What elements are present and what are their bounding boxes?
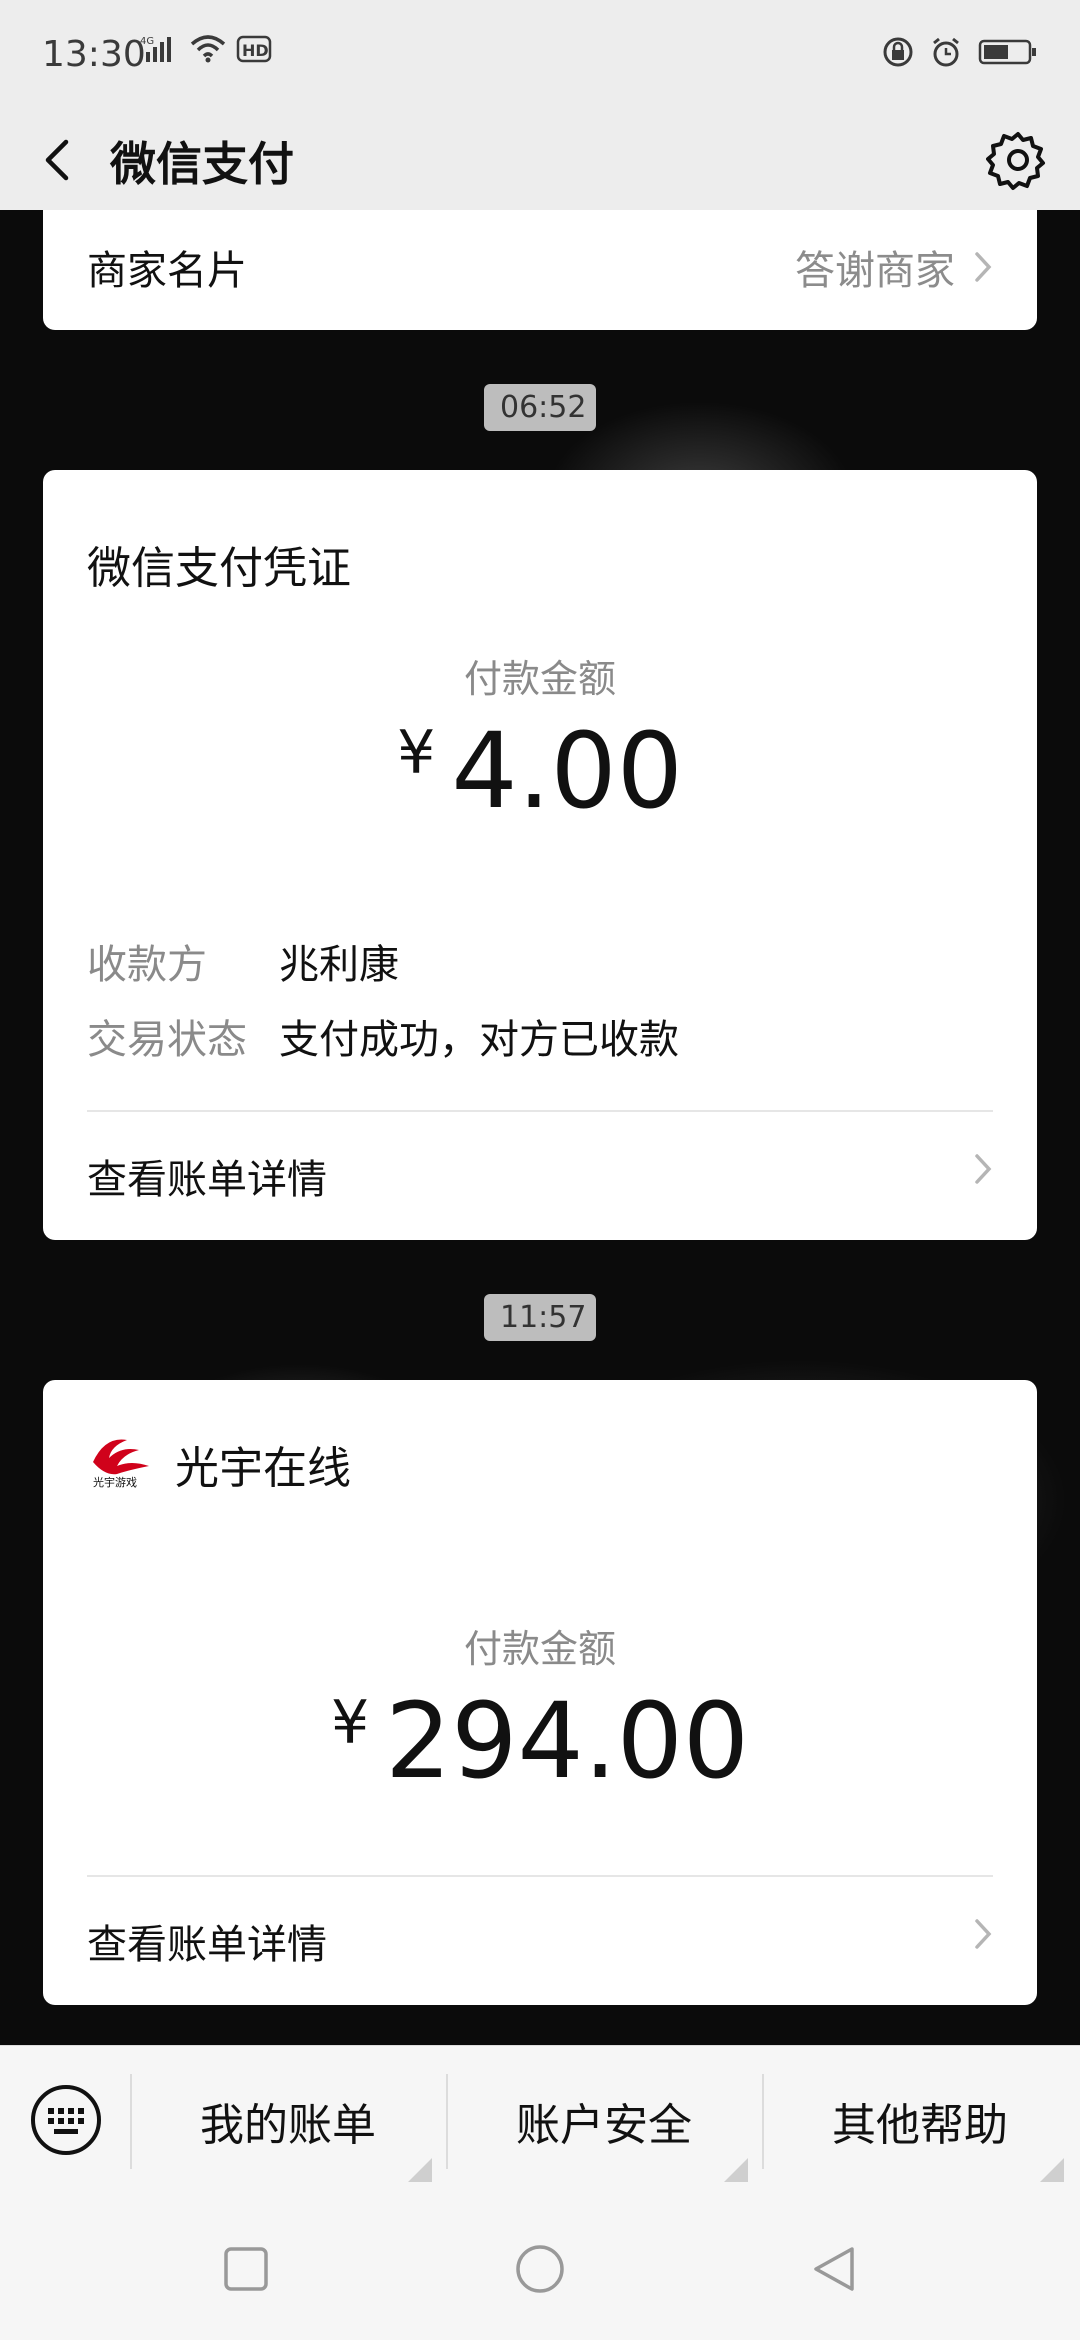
- submenu-indicator-icon: [724, 2158, 748, 2182]
- recent-apps-button[interactable]: [220, 2243, 272, 2295]
- signal-icon: 4G: [140, 34, 180, 68]
- amount-label: 付款金额: [463, 657, 616, 701]
- thank-merchant-label: 答谢商家: [795, 248, 955, 294]
- chevron-right-icon: [975, 252, 992, 282]
- recent-apps-icon: [224, 2247, 268, 2291]
- alarm-icon: [930, 36, 962, 72]
- amount-label: 付款金额: [463, 1627, 616, 1671]
- chevron-right-icon: [975, 1154, 992, 1184]
- timestamp-badge: 11:57: [484, 1294, 596, 1341]
- menu-item-label: 其他帮助: [832, 2100, 1008, 2151]
- keyboard-icon: [31, 2085, 101, 2155]
- timestamp-badge: 06:52: [484, 384, 596, 431]
- bottom-menu: 我的账单 账户安全 其他帮助: [0, 2045, 1080, 2196]
- merchant-card[interactable]: 商家名片 答谢商家: [43, 210, 1037, 330]
- merchant-card-label: 商家名片: [87, 248, 247, 294]
- hd-icon: HD: [236, 34, 272, 68]
- view-bill-details-link[interactable]: 查看账单详情: [87, 1147, 327, 1205]
- amount-value: 4.00: [451, 710, 683, 832]
- menu-other-help[interactable]: 其他帮助: [762, 2046, 1078, 2196]
- menu-item-label: 我的账单: [200, 2100, 376, 2151]
- lock-icon: [882, 36, 914, 72]
- currency-symbol: ¥: [330, 1688, 370, 1758]
- page-title: 微信支付: [110, 137, 294, 191]
- receipt-title: 微信支付凭证: [87, 543, 351, 594]
- merchant-payment-card[interactable]: 光宇游戏 光宇在线 付款金额 ¥ 294.00 查看账单详情: [43, 1380, 1037, 2005]
- back-icon: [814, 2247, 854, 2291]
- currency-symbol: ¥: [397, 718, 436, 788]
- chevron-right-icon: [975, 1919, 992, 1949]
- submenu-indicator-icon: [1040, 2158, 1064, 2182]
- submenu-indicator-icon: [408, 2158, 432, 2182]
- status-time: 13:30: [42, 34, 146, 75]
- status-bar: 13:30 4G HD: [0, 0, 1080, 110]
- amount-row: ¥ 4.00: [43, 710, 1037, 832]
- system-nav-bar: [0, 2195, 1080, 2340]
- status-value: 支付成功，对方已收款: [279, 1017, 679, 1063]
- divider: [87, 1110, 993, 1112]
- title-bar: 微信支付: [0, 110, 1080, 210]
- payment-receipt-card[interactable]: 微信支付凭证 付款金额 ¥ 4.00 收款方 兆利康 交易状态 支付成功，对方已…: [43, 470, 1037, 1240]
- payee-value: 兆利康: [279, 942, 399, 988]
- home-icon: [516, 2245, 564, 2293]
- merchant-name: 光宇在线: [175, 1443, 351, 1494]
- svg-text:HD: HD: [242, 41, 269, 60]
- view-bill-details-link[interactable]: 查看账单详情: [87, 1912, 327, 1970]
- menu-account-security[interactable]: 账户安全: [446, 2046, 762, 2196]
- settings-button[interactable]: [986, 128, 1050, 192]
- status-key: 交易状态: [87, 1017, 247, 1063]
- back-arrow-icon: [45, 139, 69, 181]
- payee-key: 收款方: [87, 942, 207, 988]
- wifi-icon: [190, 34, 226, 68]
- merchant-logo: 光宇游戏: [87, 1432, 157, 1489]
- status-icons-right: [882, 36, 1038, 72]
- home-button[interactable]: [514, 2243, 566, 2295]
- battery-icon: [978, 37, 1038, 71]
- amount-row: ¥ 294.00: [43, 1680, 1037, 1802]
- menu-my-bills[interactable]: 我的账单: [130, 2046, 446, 2196]
- divider: [87, 1875, 993, 1877]
- svg-text:4G: 4G: [140, 36, 154, 47]
- svg-text:光宇游戏: 光宇游戏: [93, 1475, 137, 1488]
- status-icons-left: 4G HD: [140, 34, 272, 68]
- gear-icon: [986, 132, 1045, 190]
- back-button[interactable]: [30, 130, 90, 190]
- thank-merchant-link[interactable]: 答谢商家: [795, 238, 993, 296]
- keyboard-toggle-button[interactable]: [30, 2084, 102, 2156]
- amount-value: 294.00: [385, 1680, 750, 1802]
- system-back-button[interactable]: [808, 2243, 860, 2295]
- menu-item-label: 账户安全: [516, 2100, 692, 2151]
